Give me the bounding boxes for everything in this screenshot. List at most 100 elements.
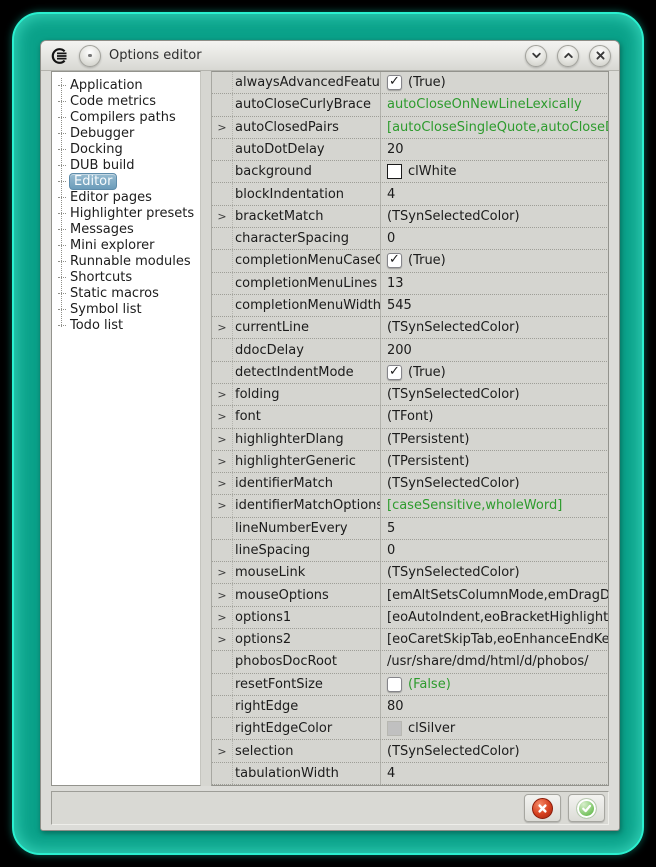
property-row[interactable]: >font(TFont) [212,406,609,428]
property-value[interactable]: [emAltSetsColumnMode,emDragDro [380,584,609,605]
property-row[interactable]: blockIndentation4 [212,183,609,205]
color-swatch[interactable] [387,164,402,179]
property-value[interactable]: 4 [380,763,609,784]
expand-arrow-icon[interactable]: > [212,612,232,623]
property-value[interactable]: [caseSensitive,wholeWord] [380,495,609,516]
sidebar-item-mini-explorer[interactable]: Mini explorer [58,237,198,253]
property-row[interactable]: alwaysAdvancedFeatures✓(True) [212,72,609,94]
property-value[interactable]: (TPersistent) [380,451,609,472]
property-value[interactable]: 545 [380,295,609,316]
checkbox-checked[interactable]: ✓ [387,253,402,268]
property-row[interactable]: completionMenuCaseCare✓(True) [212,250,609,272]
property-row[interactable]: >bracketMatch(TSynSelectedColor) [212,206,609,228]
property-value[interactable]: 80 [380,696,609,717]
category-list[interactable]: ApplicationCode metricsCompilers pathsDe… [51,71,201,786]
titlebar[interactable]: Options editor [41,41,619,71]
accept-button[interactable] [568,794,605,822]
property-value[interactable]: ✓(True) [380,362,609,383]
property-row[interactable]: tabulationWidth4 [212,763,609,785]
sidebar-item-editor-pages[interactable]: Editor pages [58,189,198,205]
sidebar-item-messages[interactable]: Messages [58,221,198,237]
close-button[interactable] [589,45,611,67]
property-value[interactable]: (TSynSelectedColor) [380,473,609,494]
property-value[interactable]: [autoCloseSingleQuote,autoCloseDouble [380,117,609,138]
property-value[interactable]: 20 [380,139,609,160]
property-value[interactable]: (TSynSelectedColor) [380,384,609,405]
property-value[interactable]: (TSynSelectedColor) [380,740,609,761]
property-value[interactable]: autoCloseOnNewLineLexically [380,94,609,115]
property-value[interactable]: (TSynSelectedColor) [380,206,609,227]
property-row[interactable]: detectIndentMode✓(True) [212,362,609,384]
property-row[interactable]: >mouseLink(TSynSelectedColor) [212,562,609,584]
property-row[interactable]: >options1[eoAutoIndent,eoBracketHighligh… [212,607,609,629]
property-value[interactable]: 4 [380,183,609,204]
property-value[interactable]: ✓(True) [380,250,609,271]
property-row[interactable]: completionMenuWidth545 [212,295,609,317]
property-row[interactable]: >mouseOptions[emAltSetsColumnMode,emDrag… [212,584,609,606]
expand-arrow-icon[interactable]: > [212,590,232,601]
property-row[interactable]: >options2[eoCaretSkipTab,eoEnhanceEndKey [212,629,609,651]
property-value[interactable]: /usr/share/dmd/html/d/phobos/ [380,651,609,672]
property-row[interactable]: lineSpacing0 [212,540,609,562]
property-row[interactable]: backgroundclWhite [212,161,609,183]
property-value[interactable]: ✓(True) [380,72,609,93]
sidebar-item-symbol-list[interactable]: Symbol list [58,301,198,317]
expand-arrow-icon[interactable]: > [212,389,232,400]
property-value[interactable]: 5 [380,518,609,539]
checkbox-checked[interactable]: ✓ [387,365,402,380]
checkbox-unchecked[interactable] [387,677,402,692]
property-row[interactable]: resetFontSize(False) [212,674,609,696]
property-value[interactable]: 0 [380,228,609,249]
property-row[interactable]: ddocDelay200 [212,339,609,361]
property-value[interactable]: (TFont) [380,406,609,427]
expand-arrow-icon[interactable]: > [212,434,232,445]
sidebar-item-highlighter-presets[interactable]: Highlighter presets [58,205,198,221]
property-value[interactable]: clWhite [380,161,609,182]
sidebar-item-code-metrics[interactable]: Code metrics [58,93,198,109]
property-row[interactable]: >folding(TSynSelectedColor) [212,384,609,406]
sidebar-item-docking[interactable]: Docking [58,141,198,157]
property-row[interactable]: >highlighterGeneric(TPersistent) [212,451,609,473]
property-value[interactable]: clSilver [380,718,609,739]
shade-button[interactable] [525,45,547,67]
expand-arrow-icon[interactable]: > [212,411,232,422]
expand-arrow-icon[interactable]: > [212,122,232,133]
sidebar-item-todo-list[interactable]: Todo list [58,317,198,333]
property-row[interactable]: lineNumberEvery5 [212,518,609,540]
property-row[interactable]: >currentLine(TSynSelectedColor) [212,317,609,339]
property-row[interactable]: rightEdgeColorclSilver [212,718,609,740]
sidebar-splitter[interactable] [201,71,211,786]
sidebar-item-static-macros[interactable]: Static macros [58,285,198,301]
property-row[interactable]: completionMenuLines13 [212,273,609,295]
expand-arrow-icon[interactable]: > [212,746,232,757]
property-row[interactable]: autoCloseCurlyBraceautoCloseOnNewLineLex… [212,94,609,116]
expand-arrow-icon[interactable]: > [212,500,232,511]
property-row[interactable]: characterSpacing0 [212,228,609,250]
sidebar-item-application[interactable]: Application [58,77,198,93]
property-value[interactable]: (TSynSelectedColor) [380,317,609,338]
expand-arrow-icon[interactable]: > [212,322,232,333]
expand-arrow-icon[interactable]: > [212,634,232,645]
sidebar-item-runnable-modules[interactable]: Runnable modules [58,253,198,269]
window-menu-button[interactable] [79,45,101,67]
sidebar-item-dub-build[interactable]: DUB build [58,157,198,173]
property-row[interactable]: >identifierMatch(TSynSelectedColor) [212,473,609,495]
property-value[interactable]: (TPersistent) [380,429,609,450]
expand-arrow-icon[interactable]: > [212,567,232,578]
expand-arrow-icon[interactable]: > [212,211,232,222]
property-row[interactable]: rightEdge80 [212,696,609,718]
property-value[interactable]: [eoCaretSkipTab,eoEnhanceEndKey [380,629,609,650]
property-row[interactable]: phobosDocRoot/usr/share/dmd/html/d/phobo… [212,651,609,673]
sidebar-item-editor[interactable]: Editor [58,173,198,189]
expand-arrow-icon[interactable]: > [212,478,232,489]
sidebar-item-shortcuts[interactable]: Shortcuts [58,269,198,285]
property-value[interactable]: 200 [380,339,609,360]
property-value[interactable]: 13 [380,273,609,294]
property-value[interactable]: (False) [380,674,609,695]
cancel-button[interactable] [524,794,561,822]
property-row[interactable]: >highlighterDlang(TPersistent) [212,429,609,451]
checkbox-checked[interactable]: ✓ [387,75,402,90]
maximize-button[interactable] [557,45,579,67]
property-value[interactable]: 0 [380,540,609,561]
property-value[interactable]: [eoAutoIndent,eoBracketHighlight [380,607,609,628]
